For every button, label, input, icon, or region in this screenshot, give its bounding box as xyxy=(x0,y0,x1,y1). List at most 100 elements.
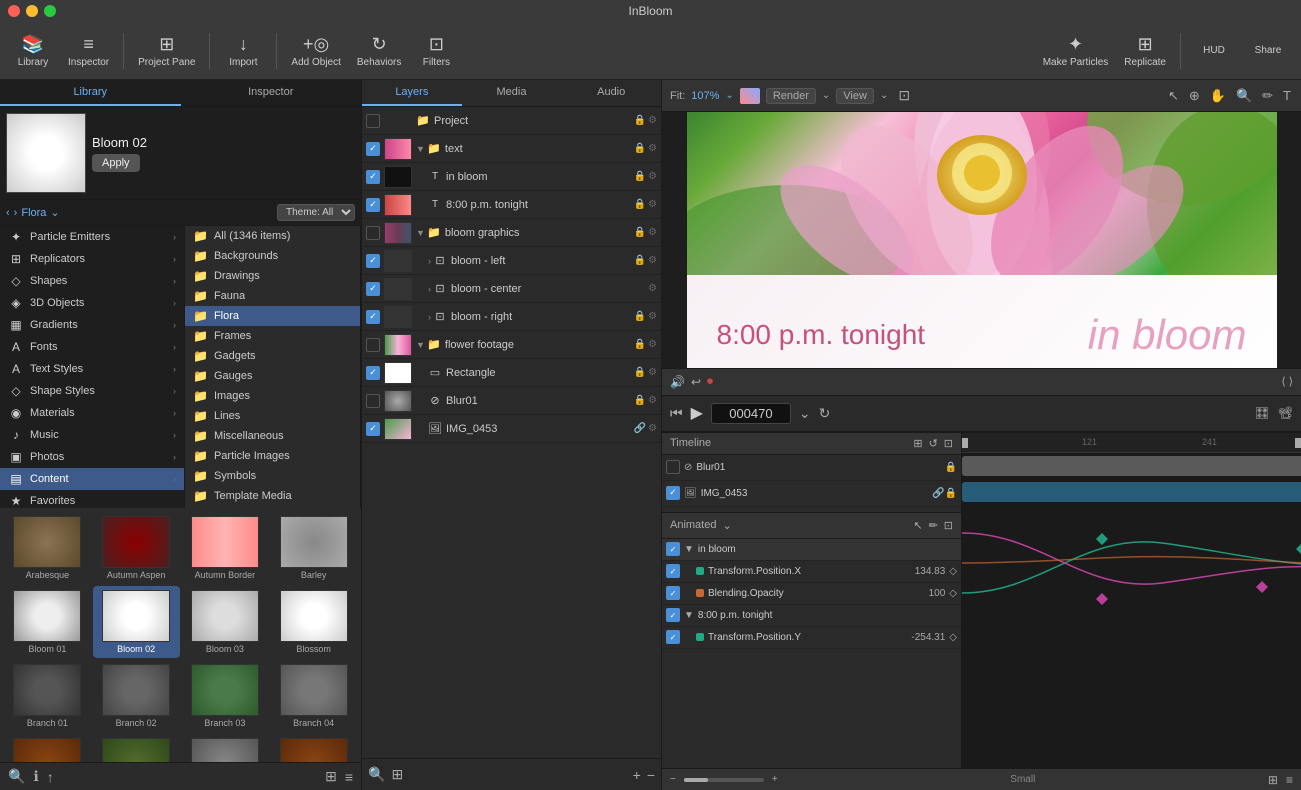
tab-audio[interactable]: Audio xyxy=(561,80,661,106)
lib-item-16[interactable] xyxy=(270,734,357,762)
subcat-backgrounds[interactable]: 📁 Backgrounds xyxy=(185,246,360,266)
subcat-images[interactable]: 📁 Images xyxy=(185,386,360,406)
lib-item-arabesque[interactable]: Arabesque xyxy=(4,512,91,584)
pen-tool[interactable]: ✏ xyxy=(1262,88,1273,104)
anim-checkbox[interactable]: ✓ xyxy=(666,564,680,578)
expand-anim[interactable]: ⊡ xyxy=(944,519,953,532)
select-tool[interactable]: ↖ xyxy=(1168,88,1179,104)
lib-item-bloom01[interactable]: Bloom 01 xyxy=(4,586,91,658)
loop-button[interactable]: ↻ xyxy=(819,405,831,422)
cat-3d-objects[interactable]: ◈ 3D Objects › xyxy=(0,292,184,314)
lib-item-branch04[interactable]: Branch 04 xyxy=(270,660,357,732)
lib-item-bloom03[interactable]: Bloom 03 xyxy=(182,586,269,658)
subcat-gadgets[interactable]: 📁 Gadgets xyxy=(185,346,360,366)
fullscreen-button[interactable] xyxy=(44,5,56,17)
expand-arrow-anim[interactable]: ▼ xyxy=(684,544,694,555)
keyframe-add[interactable]: ◇ xyxy=(949,632,957,643)
subcat-misc[interactable]: 📁 Miscellaneous xyxy=(185,426,360,446)
layer-checkbox[interactable] xyxy=(366,114,380,128)
play-button[interactable]: ▶ xyxy=(691,403,703,423)
hud-button[interactable]: HUD xyxy=(1189,27,1239,75)
lib-item-branch02[interactable]: Branch 02 xyxy=(93,660,180,732)
zoom-in-icon[interactable]: + xyxy=(772,774,778,785)
search-button[interactable]: 🔍 xyxy=(8,768,25,785)
subcat-gauges[interactable]: 📁 Gauges xyxy=(185,366,360,386)
subcat-fauna[interactable]: 📁 Fauna xyxy=(185,286,360,306)
library-tab[interactable]: Library xyxy=(0,80,181,106)
cat-photos[interactable]: ▣ Photos › xyxy=(0,446,184,468)
cat-fonts[interactable]: A Fonts › xyxy=(0,336,184,358)
layer-800pm[interactable]: T 8:00 p.m. tonight 🔒 ⚙ xyxy=(362,191,661,219)
tl-row-img[interactable]: 🖼 IMG_0453 🔗 🔒 xyxy=(662,481,961,507)
transform-tool[interactable]: ⊕ xyxy=(1189,88,1200,104)
cat-music[interactable]: ♪ Music › xyxy=(0,424,184,446)
layer-checkbox[interactable] xyxy=(366,142,380,156)
undo-icon[interactable]: ↩ xyxy=(691,375,701,389)
nav-back-icon[interactable]: ‹ xyxy=(6,207,10,219)
layer-bloom-center[interactable]: › ⊡ bloom - center ⚙ xyxy=(362,275,661,303)
share-button[interactable]: Share xyxy=(1243,27,1293,75)
expand-arrow[interactable]: ▼ xyxy=(416,228,425,238)
pencil-tool-anim[interactable]: ✏ xyxy=(929,519,938,532)
expand-arrow[interactable]: › xyxy=(428,284,431,294)
close-button[interactable] xyxy=(8,5,20,17)
cat-replicators[interactable]: ⊞ Replicators › xyxy=(0,248,184,270)
anim-checkbox[interactable]: ✓ xyxy=(666,608,680,622)
list-view-button[interactable]: ≡ xyxy=(345,769,353,785)
tab-media[interactable]: Media xyxy=(462,80,562,106)
minimize-button[interactable] xyxy=(26,5,38,17)
layer-in-bloom[interactable]: T in bloom 🔒 ⚙ xyxy=(362,163,661,191)
layer-checkbox[interactable] xyxy=(366,310,380,324)
import-button[interactable]: ↓ Import xyxy=(218,27,268,75)
layer-blur01[interactable]: ⊘ Blur01 🔒 ⚙ xyxy=(362,387,661,415)
subcat-lines[interactable]: 📁 Lines xyxy=(185,406,360,426)
layer-bloom-left[interactable]: › ⊡ bloom - left 🔒 ⚙ xyxy=(362,247,661,275)
grid-view-button[interactable]: ⊞ xyxy=(325,768,337,785)
search-layers-button[interactable]: 🔍 xyxy=(368,766,385,783)
layer-flower-footage[interactable]: ▼ 📁 flower footage 🔒 ⚙ xyxy=(362,331,661,359)
cat-gradients[interactable]: ▦ Gradients › xyxy=(0,314,184,336)
expand-arrow[interactable]: ▼ xyxy=(416,340,425,350)
cat-shape-styles[interactable]: ◇ Shape Styles › xyxy=(0,380,184,402)
layer-checkbox[interactable] xyxy=(366,422,380,436)
apply-button[interactable]: Apply xyxy=(92,154,140,172)
cat-content[interactable]: ▤ Content › xyxy=(0,468,184,490)
anim-checkbox[interactable]: ✓ xyxy=(666,586,680,600)
layer-checkbox[interactable] xyxy=(366,394,380,408)
anim-row-opacity[interactable]: ✓ Blending.Opacity 100 ◇ xyxy=(662,583,961,605)
layer-checkbox[interactable] xyxy=(366,282,380,296)
layer-checkbox[interactable] xyxy=(366,198,380,212)
layer-text-group[interactable]: ▼ 📁 text 🔒 ⚙ xyxy=(362,135,661,163)
keyframe-add[interactable]: ◇ xyxy=(949,588,957,599)
project-pane-button[interactable]: ⊞ Project Pane xyxy=(132,27,201,75)
view-button[interactable]: View xyxy=(836,88,874,104)
tl-checkbox[interactable] xyxy=(666,486,680,500)
subcat-drawings[interactable]: 📁 Drawings xyxy=(185,266,360,286)
cat-text-styles[interactable]: A Text Styles › xyxy=(0,358,184,380)
theme-select[interactable]: Theme: All xyxy=(277,204,355,221)
fit-dropdown-icon[interactable]: ⌄ xyxy=(725,90,733,101)
blur-track[interactable] xyxy=(962,456,1301,476)
subcat-template-media[interactable]: 📁 Template Media xyxy=(185,486,360,506)
behaviors-button[interactable]: ↻ Behaviors xyxy=(351,27,407,75)
speaker-icon[interactable]: 🔊 xyxy=(670,375,685,389)
lib-item-branch03[interactable]: Branch 03 xyxy=(182,660,269,732)
layer-remove-button[interactable]: − xyxy=(647,767,655,783)
subcat-particle-images[interactable]: 📁 Particle Images xyxy=(185,446,360,466)
render-dropdown-icon[interactable]: ⌄ xyxy=(822,90,830,101)
layer-img-0453[interactable]: 🖼 IMG_0453 🔗 ⚙ xyxy=(362,415,661,443)
subcat-all[interactable]: 📁 All (1346 items) xyxy=(185,226,360,246)
inspector-tab[interactable]: Inspector xyxy=(181,80,362,106)
subcat-symbols[interactable]: 📁 Symbols xyxy=(185,466,360,486)
anim-checkbox[interactable]: ✓ xyxy=(666,542,680,556)
expand-arrow-anim[interactable]: ▼ xyxy=(684,610,694,621)
text-tool[interactable]: T xyxy=(1283,88,1291,103)
zoom-slider[interactable] xyxy=(684,778,764,782)
img-track[interactable] xyxy=(962,482,1301,502)
subcat-flora[interactable]: 📁 Flora xyxy=(185,306,360,326)
timeline-settings[interactable]: ⊞ xyxy=(913,437,922,450)
skip-start-button[interactable]: ⏮ xyxy=(670,405,683,422)
lib-item-autumn-aspen[interactable]: Autumn Aspen xyxy=(93,512,180,584)
layer-checkbox[interactable] xyxy=(366,338,380,352)
pan-tool[interactable]: ✋ xyxy=(1210,88,1226,104)
